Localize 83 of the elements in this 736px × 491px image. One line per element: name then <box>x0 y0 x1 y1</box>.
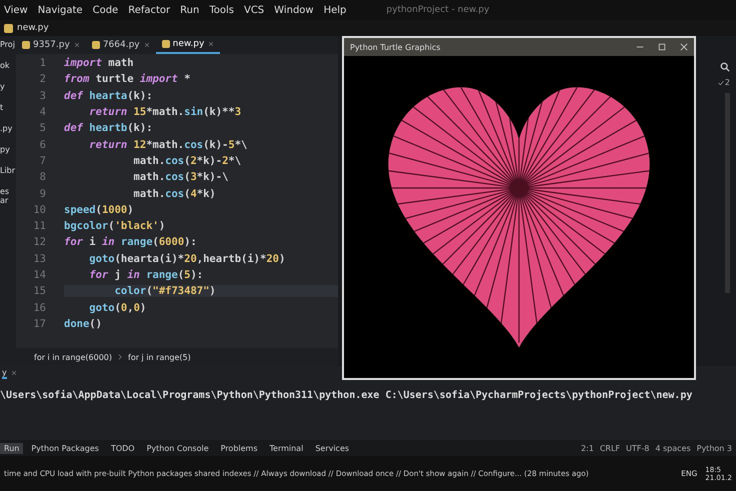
line-number: 1 <box>38 57 47 70</box>
breadcrumb[interactable]: for i in range(6000) <box>34 352 112 362</box>
menu-item[interactable]: Navigate <box>38 4 83 16</box>
close-icon[interactable] <box>74 42 80 48</box>
menu-item[interactable]: Window <box>274 4 314 16</box>
code-line: math.cos(2*k)-2*\ <box>132 154 242 167</box>
code-line: speed(1000) <box>64 204 134 216</box>
search-icon[interactable] <box>720 62 730 72</box>
menu-item[interactable]: Run <box>180 4 200 16</box>
nav-file[interactable]: new.py <box>17 23 49 33</box>
line-number: 10 <box>32 204 47 216</box>
project-item[interactable]: y <box>0 82 16 91</box>
code-line: bgcolor('black') <box>64 220 166 232</box>
menu-item[interactable]: Tools <box>209 4 234 16</box>
line-number: 4 <box>38 106 47 118</box>
status-item[interactable]: CRLF <box>600 444 620 452</box>
line-number: 7 <box>38 154 47 167</box>
tool-window-button[interactable]: Problems <box>216 442 262 454</box>
code-line: return 15*math.sin(k)**3 <box>88 106 242 118</box>
code-line: from turtle import * <box>64 73 190 86</box>
console-output: \Users\sofia\AppData\Local\Programs\Python\Python311\python.exe C:\Users\sofia\PycharmProjects\pythonProject\new.py <box>0 388 694 401</box>
close-icon[interactable] <box>680 43 688 51</box>
run-tab[interactable]: y <box>2 368 7 378</box>
line-number: 17 <box>32 318 47 330</box>
code-line: def hearta(k): <box>64 90 153 102</box>
close-icon[interactable] <box>208 41 214 47</box>
status-item[interactable]: UTF-8 <box>626 444 650 452</box>
line-number: 13 <box>32 252 47 265</box>
code-line: done() <box>64 318 102 330</box>
code-line: import math <box>64 57 134 70</box>
close-icon[interactable] <box>144 42 150 48</box>
line-number: 8 <box>38 171 47 184</box>
maximize-icon[interactable] <box>658 43 666 51</box>
line-number: 15 <box>32 285 47 298</box>
tool-window-button[interactable]: Run <box>0 442 24 454</box>
menu-item[interactable]: VCS <box>244 4 264 16</box>
line-number: 6 <box>38 138 47 151</box>
turtle-window-title: Python Turtle Graphics <box>350 42 440 52</box>
project-item[interactable]: py <box>0 145 16 154</box>
menu-item[interactable]: View <box>4 4 28 16</box>
code-line: math.cos(4*k) <box>132 188 216 200</box>
status-item[interactable]: 2:1 <box>580 444 594 452</box>
line-number: 9 <box>38 188 47 200</box>
project-item[interactable]: t <box>0 103 16 112</box>
editor-tab[interactable]: 9357.py <box>16 36 86 54</box>
chevron-icon <box>118 354 122 360</box>
menu-item[interactable]: Help <box>324 4 346 16</box>
code-line: for i in range(6000): <box>64 236 197 248</box>
code-line: return 12*math.cos(k)-5*\ <box>88 138 248 151</box>
project-item[interactable]: ok <box>0 61 16 70</box>
close-icon[interactable] <box>10 370 17 376</box>
problems-count[interactable]: 2 <box>724 78 730 87</box>
line-number: 11 <box>32 220 47 232</box>
line-number: 14 <box>32 269 47 281</box>
line-number: 16 <box>32 302 47 314</box>
check-icon <box>718 80 724 86</box>
tool-window-button[interactable]: TODO <box>106 442 139 454</box>
project-tab[interactable]: Proj <box>0 40 16 49</box>
project-item[interactable]: es ar <box>0 187 16 205</box>
tool-window-button[interactable]: Terminal <box>266 442 308 454</box>
menu-item[interactable]: Refactor <box>128 4 170 16</box>
menu-item[interactable]: Code <box>92 4 118 16</box>
line-number: 5 <box>38 122 47 134</box>
python-file-icon <box>4 24 13 32</box>
line-number: 2 <box>38 73 47 86</box>
breadcrumb[interactable]: for j in range(5) <box>128 352 191 362</box>
code-line: for j in range(5): <box>88 269 204 281</box>
code-line: def heartb(k): <box>64 122 153 134</box>
code-line: goto(0,0) <box>88 302 146 314</box>
line-number: 12 <box>32 236 47 248</box>
project-item[interactable]: Libr <box>0 166 16 175</box>
editor-tab[interactable]: 7664.py <box>86 36 156 54</box>
tool-window-button[interactable]: Python Console <box>142 442 213 454</box>
tool-window-button[interactable]: Services <box>311 442 354 454</box>
code-line: math.cos(3*k)-\ <box>132 171 228 184</box>
project-item[interactable]: .py <box>0 124 16 133</box>
status-item[interactable]: Python 3 <box>696 444 732 452</box>
status-item[interactable]: 4 spaces <box>655 444 691 452</box>
editor-tab[interactable]: new.py <box>156 36 220 54</box>
tool-window-button[interactable]: Python Packages <box>27 442 103 454</box>
window-title: pythonProject - new.py <box>386 5 490 15</box>
code-line: goto(hearta(i)*20,heartb(i)*20) <box>88 252 286 265</box>
line-number: 3 <box>38 90 47 102</box>
